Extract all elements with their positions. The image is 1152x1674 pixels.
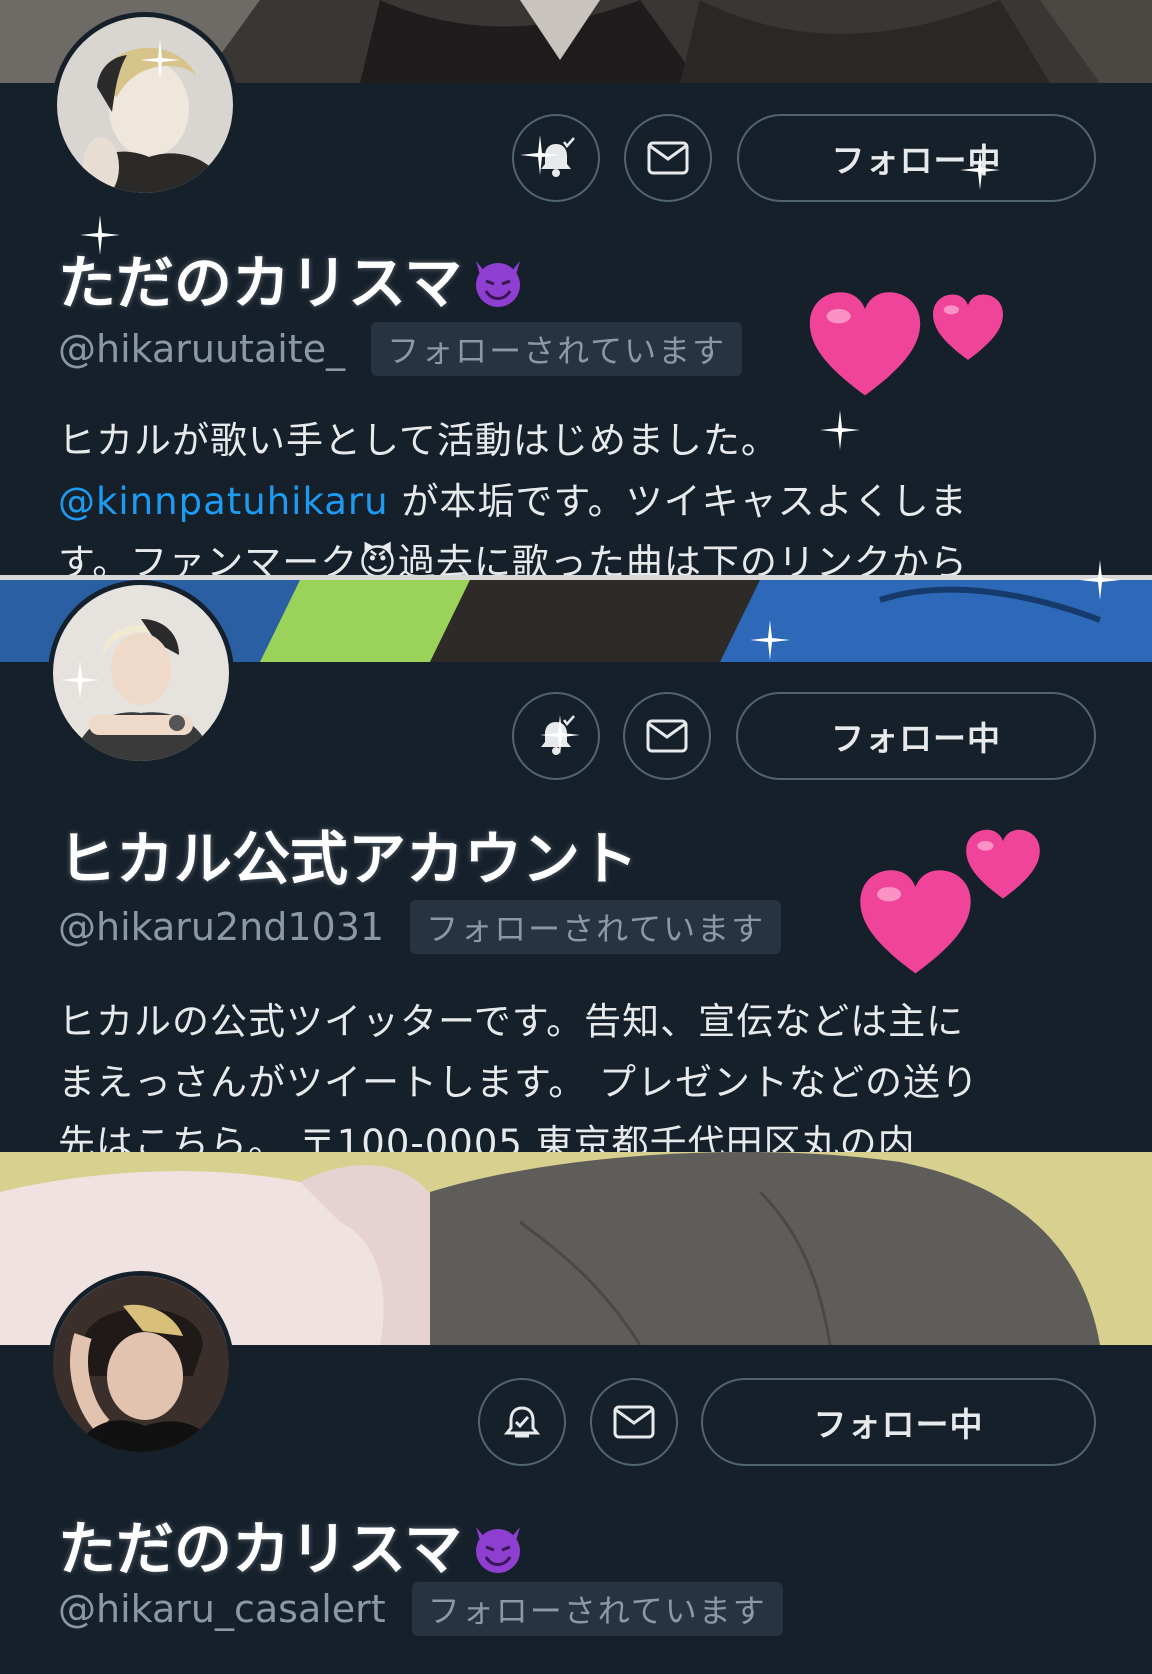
- follows-you-badge: フォローされています: [371, 322, 743, 376]
- envelope-icon: [613, 1405, 655, 1439]
- profile-card-2: フォロー中 ヒカル公式アカウント @hikaru2nd1031 フォローされてい…: [0, 580, 1152, 1152]
- profile-bio: ヒカルの公式ツイッターです。告知、宣伝などは主に まえっさんがツイートします。 …: [58, 991, 1118, 1152]
- bell-check-icon: [541, 715, 575, 755]
- bio-mention-link[interactable]: @kinnpatuhikaru: [58, 480, 389, 523]
- bio-text: が本垢です。ツイキャスよくしま: [388, 480, 968, 523]
- display-name-text: ただのカリスマ: [58, 1515, 463, 1583]
- user-handle: @hikaru2nd1031: [58, 905, 385, 949]
- pink-heart-icon: [809, 292, 921, 396]
- message-button[interactable]: [624, 114, 712, 202]
- smiling-devil-emoji-icon: [476, 1527, 521, 1573]
- pink-heart-icon: [860, 870, 971, 974]
- notification-bell-button[interactable]: [512, 114, 600, 202]
- bio-line: す。ファンマーク😈過去に歌った曲は下のリンクから: [58, 541, 968, 575]
- user-handle: @hikaru_casalert: [58, 1587, 386, 1631]
- pink-heart-icon: [933, 294, 1003, 360]
- message-button[interactable]: [590, 1378, 678, 1466]
- pink-heart-icon: [966, 829, 1040, 899]
- user-handle: @hikaruutaite_: [58, 327, 346, 371]
- bell-check-icon: [503, 1406, 541, 1438]
- following-button[interactable]: フォロー中: [736, 692, 1096, 780]
- follows-you-badge: フォローされています: [411, 1582, 783, 1636]
- bio-line: 先はこちら。 〒100-0005 東京都千代田区丸の内: [58, 1122, 916, 1152]
- message-button[interactable]: [623, 692, 711, 780]
- bio-line: ヒカルの公式ツイッターです。告知、宣伝などは主に: [58, 1000, 965, 1043]
- following-button[interactable]: フォロー中: [701, 1378, 1096, 1466]
- bell-check-icon: [541, 137, 575, 177]
- display-name: ただのカリスマ: [58, 1502, 528, 1586]
- bio-line: ヒカルが歌い手として活動はじめました。: [58, 419, 779, 462]
- bio-line: @kinnpatuhikaru が本垢です。ツイキャスよくしま: [58, 471, 1118, 532]
- envelope-icon: [647, 141, 689, 175]
- smiling-devil-emoji-icon: [476, 261, 521, 307]
- display-name: ヒカル公式アカウント: [58, 825, 639, 893]
- display-name-text: ただのカリスマ: [58, 249, 463, 317]
- profile-bio: ヒカルが歌い手として活動はじめました。 @kinnpatuhikaru が本垢で…: [58, 410, 1118, 575]
- profile-avatar-3[interactable]: [48, 1271, 234, 1457]
- following-button[interactable]: フォロー中: [737, 114, 1096, 202]
- profile-avatar-1[interactable]: [52, 12, 238, 198]
- notification-bell-button[interactable]: [512, 692, 600, 780]
- profile-avatar-2[interactable]: [48, 580, 234, 766]
- bio-line: まえっさんがツイートします。 プレゼントなどの送り: [58, 1061, 980, 1104]
- envelope-icon: [646, 719, 688, 753]
- profile-card-1: フォロー中 ただのカリスマ @hikaruutaite_ フォローされています …: [0, 0, 1152, 575]
- display-name: ただのカリスマ: [58, 236, 528, 320]
- follows-you-badge: フォローされています: [410, 900, 782, 954]
- profile-card-3: フォロー中 ただのカリスマ @hikaru_casalert フォローされていま…: [0, 1152, 1152, 1674]
- notification-bell-button[interactable]: [478, 1378, 566, 1466]
